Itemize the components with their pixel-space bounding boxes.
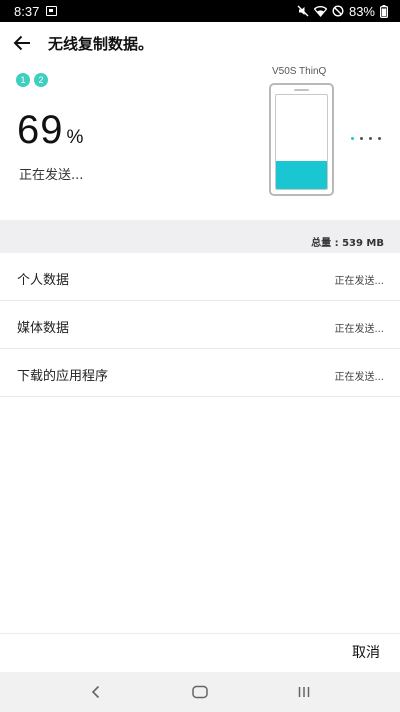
recents-icon[interactable] [296,684,312,700]
home-icon[interactable] [192,684,208,700]
step-indicator: 1 2 [16,73,48,87]
item-label: 下载的应用程序 [17,369,109,384]
item-label: 媒体数据 [17,321,70,336]
percent-unit: % [66,127,84,148]
transfer-dots-icon [351,137,381,140]
divider [0,633,400,634]
cancel-button[interactable]: 取消 [352,642,380,662]
percent-value: 69 [17,108,64,152]
status-time: 8:37 [14,3,40,19]
status-icons: 83% [297,4,388,19]
device-name: V50S ThinQ [272,66,327,77]
page-title: 无线复制数据。 [48,34,154,53]
transfer-dot [369,137,372,140]
wifi-icon [313,5,327,17]
phone-screen [275,94,328,190]
status-bar: 8:37 83% [0,0,400,22]
list-item: 媒体数据 正在发送... [0,301,400,349]
arrow-left-icon [13,35,30,51]
total-size: 总量 : 539 MB [311,238,384,249]
phone-speaker [294,89,309,91]
transfer-dot [351,137,354,140]
app-header: 无线复制数据。 [0,22,400,64]
list-item: 下载的应用程序 正在发送... [0,349,400,397]
phone-icon [269,83,334,196]
battery-percent: 83% [348,3,375,19]
battery-icon [380,4,388,18]
progress-section: 1 2 69 % 正在发送... V50S ThinQ [0,64,400,220]
device-progress-fill [276,160,327,189]
navigation-bar [0,672,400,712]
item-status: 正在发送... [334,324,384,335]
back-nav-icon[interactable] [88,684,104,700]
transfer-status: 正在发送... [19,168,84,183]
progress-percent: 69 % [17,108,83,153]
item-label: 个人数据 [17,273,70,288]
transfer-dot [378,137,381,140]
mute-icon [297,5,309,17]
do-not-disturb-icon [332,5,344,17]
back-button[interactable] [10,31,34,55]
step-1: 1 [16,73,30,87]
item-status: 正在发送... [334,276,384,287]
screen: 8:37 83% 无线复制数据。 1 2 69 % 正在发送... V50S T… [0,0,400,712]
item-status: 正在发送... [334,372,384,383]
item-list: 个人数据 正在发送... 媒体数据 正在发送... 下载的应用程序 正在发送..… [0,253,400,397]
list-item: 个人数据 正在发送... [0,253,400,301]
gallery-icon [46,6,58,16]
transfer-dot [360,137,363,140]
step-2: 2 [34,73,48,87]
total-size-bar: 总量 : 539 MB [0,220,400,253]
